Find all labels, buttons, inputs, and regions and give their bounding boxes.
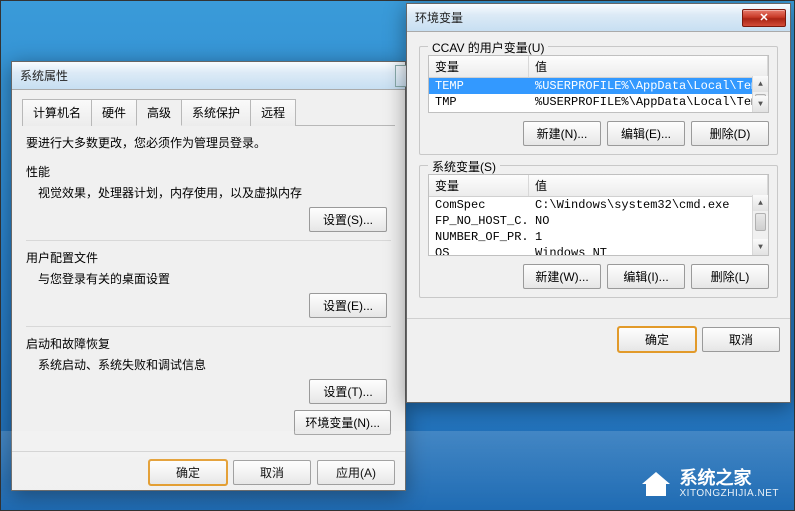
fieldset-legend: 系统变量(S) <box>428 158 500 175</box>
sys-new-button[interactable]: 新建(W)... <box>523 264 601 289</box>
separator <box>26 326 391 327</box>
scrollbar[interactable]: ▲ ▼ <box>752 76 768 112</box>
user-new-button[interactable]: 新建(N)... <box>523 121 601 146</box>
cancel-button[interactable]: 取消 <box>702 327 780 352</box>
table-row[interactable]: NUMBER_OF_PR...1 <box>429 229 768 245</box>
titlebar-sysprop[interactable]: 系统属性 <box>12 62 405 90</box>
sys-delete-button[interactable]: 删除(L) <box>691 264 769 289</box>
tab-remote[interactable]: 远程 <box>250 99 296 126</box>
column-header-value[interactable]: 值 <box>529 175 768 196</box>
admin-note: 要进行大多数更改，您必须作为管理员登录。 <box>26 134 391 151</box>
group-desc: 系统启动、系统失败和调试信息 <box>38 356 391 373</box>
cell-value: 1 <box>529 229 768 245</box>
cell-variable: NUMBER_OF_PR... <box>429 229 529 245</box>
cell-value: Windows_NT <box>529 245 768 255</box>
scrollbar[interactable]: ▲ ▼ <box>752 195 768 255</box>
ok-button[interactable]: 确定 <box>618 327 696 352</box>
scroll-up-icon[interactable]: ▲ <box>753 195 768 211</box>
group-startup-recovery: 启动和故障恢复 系统启动、系统失败和调试信息 设置(T)... <box>26 335 391 404</box>
column-header-value[interactable]: 值 <box>529 56 768 77</box>
environment-variables-window: 环境变量 ✕ CCAV 的用户变量(U) 变量 值 TEMP%USERPROFI… <box>406 3 791 403</box>
user-variables-table[interactable]: 变量 值 TEMP%USERPROFILE%\AppData\Local\Tem… <box>428 55 769 113</box>
system-variables-fieldset: 系统变量(S) 变量 值 ComSpecC:\Windows\system32\… <box>419 165 778 298</box>
table-row[interactable]: ComSpecC:\Windows\system32\cmd.exe <box>429 197 768 213</box>
dialog-footer: 确定 取消 <box>407 318 790 360</box>
scroll-down-icon[interactable]: ▼ <box>753 96 768 112</box>
column-header-variable[interactable]: 变量 <box>429 175 529 196</box>
cell-value: NO <box>529 213 768 229</box>
cell-variable: ComSpec <box>429 197 529 213</box>
watermark-url: XITONGZHIJIA.NET <box>680 488 780 499</box>
fieldset-legend: CCAV 的用户变量(U) <box>428 39 548 56</box>
tabs: 计算机名 硬件 高级 系统保护 远程 <box>22 98 395 126</box>
cell-value: %USERPROFILE%\AppData\Local\Temp <box>529 78 768 94</box>
user-delete-button[interactable]: 删除(D) <box>691 121 769 146</box>
cell-variable: TEMP <box>429 78 529 94</box>
watermark: 系统之家 XITONGZHIJIA.NET <box>640 468 780 500</box>
tab-hardware[interactable]: 硬件 <box>91 99 137 126</box>
table-row[interactable]: FP_NO_HOST_C...NO <box>429 213 768 229</box>
group-label: 用户配置文件 <box>26 249 391 266</box>
performance-settings-button[interactable]: 设置(S)... <box>309 207 387 232</box>
table-row[interactable]: OSWindows_NT <box>429 245 768 255</box>
tab-computer-name[interactable]: 计算机名 <box>22 99 92 126</box>
cell-variable: FP_NO_HOST_C... <box>429 213 529 229</box>
profiles-settings-button[interactable]: 设置(E)... <box>309 293 387 318</box>
sys-edit-button[interactable]: 编辑(I)... <box>607 264 685 289</box>
table-row[interactable]: TMP%USERPROFILE%\AppData\Local\Temp <box>429 94 768 110</box>
close-icon: ✕ <box>759 11 768 24</box>
scroll-thumb[interactable] <box>755 213 766 231</box>
separator <box>26 240 391 241</box>
user-edit-button[interactable]: 编辑(E)... <box>607 121 685 146</box>
group-desc: 与您登录有关的桌面设置 <box>38 270 391 287</box>
group-performance: 性能 视觉效果，处理器计划，内存使用，以及虚拟内存 设置(S)... <box>26 163 391 232</box>
window-title: 系统属性 <box>20 67 403 84</box>
system-properties-window: 系统属性 计算机名 硬件 高级 系统保护 远程 要进行大多数更改，您必须作为管理… <box>11 61 406 491</box>
close-button[interactable]: ✕ <box>742 9 786 27</box>
tab-system-protection[interactable]: 系统保护 <box>181 99 251 126</box>
cell-variable: TMP <box>429 94 529 110</box>
cell-value: C:\Windows\system32\cmd.exe <box>529 197 768 213</box>
group-user-profiles: 用户配置文件 与您登录有关的桌面设置 设置(E)... <box>26 249 391 318</box>
group-label: 性能 <box>26 163 391 180</box>
system-variables-table[interactable]: 变量 值 ComSpecC:\Windows\system32\cmd.exeF… <box>428 174 769 256</box>
scroll-down-icon[interactable]: ▼ <box>753 239 768 255</box>
startup-settings-button[interactable]: 设置(T)... <box>309 379 387 404</box>
user-variables-fieldset: CCAV 的用户变量(U) 变量 值 TEMP%USERPROFILE%\App… <box>419 46 778 155</box>
cell-variable: OS <box>429 245 529 255</box>
cell-value: %USERPROFILE%\AppData\Local\Temp <box>529 94 768 110</box>
table-row[interactable]: TEMP%USERPROFILE%\AppData\Local\Temp <box>429 78 768 94</box>
group-label: 启动和故障恢复 <box>26 335 391 352</box>
group-desc: 视觉效果，处理器计划，内存使用，以及虚拟内存 <box>38 184 391 201</box>
window-title: 环境变量 <box>415 9 742 26</box>
scroll-up-icon[interactable]: ▲ <box>753 76 768 92</box>
watermark-name: 系统之家 <box>680 469 780 489</box>
tab-advanced[interactable]: 高级 <box>136 99 182 126</box>
house-icon <box>640 468 672 500</box>
column-header-variable[interactable]: 变量 <box>429 56 529 77</box>
titlebar-envvar[interactable]: 环境变量 ✕ <box>407 4 790 32</box>
